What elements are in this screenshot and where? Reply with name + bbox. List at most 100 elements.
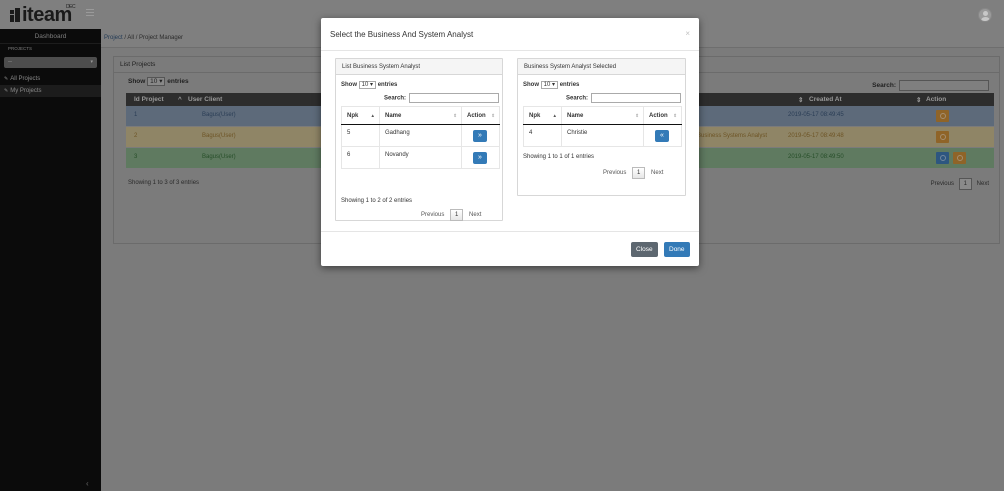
table-row: 6 Novandy »	[341, 146, 500, 169]
add-analyst-button[interactable]: »	[473, 152, 487, 164]
cell-name: Novandy	[379, 146, 462, 169]
entries-select[interactable]: 10 ▾	[358, 81, 377, 89]
col-action[interactable]: Action ⇕	[643, 106, 682, 125]
col-npk-label: Npk	[529, 112, 541, 119]
pencil-icon: ✎	[4, 88, 9, 94]
pagination-previous[interactable]: Previous	[603, 170, 626, 176]
breadcrumb-project-link[interactable]: Project	[104, 35, 123, 41]
sort-icon: ⇕	[453, 113, 457, 118]
sidebar-project-select[interactable]: -- ▾	[4, 57, 97, 68]
col-action[interactable]: Action ⇕	[461, 106, 500, 125]
logo-mark-icon	[10, 8, 20, 22]
menu-toggle-icon[interactable]	[86, 9, 94, 16]
pagination: Previous 1 Next	[931, 178, 989, 190]
cell-id: 2	[134, 133, 138, 139]
search-label: Search:	[384, 95, 407, 102]
col-name-label: Name	[567, 112, 584, 119]
pagination: Previous 1 Next	[603, 167, 663, 179]
cell-action: »	[461, 124, 500, 147]
col-name-label: Name	[385, 112, 402, 119]
pencil-icon: ✎	[4, 76, 9, 82]
cell-status: Business Systems Analyst	[697, 133, 768, 139]
user-avatar[interactable]	[978, 8, 992, 22]
sort-icon: ⇕	[635, 113, 639, 118]
sidebar-item-all-projects[interactable]: ✎ All Projects	[0, 73, 101, 85]
cell-npk: 4	[523, 124, 562, 147]
panel-title: List Business System Analyst	[336, 59, 502, 75]
selected-analysts-panel: Business System Analyst Selected Show 10…	[517, 58, 686, 196]
remove-analyst-button[interactable]: «	[655, 130, 669, 142]
cell-created: 2019-05-17 08:49:48	[788, 133, 844, 139]
entries-select-value: 10	[361, 82, 369, 88]
sidebar-item-my-projects[interactable]: ✎ My Projects	[0, 85, 101, 97]
sort-asc-icon: ▲	[552, 113, 557, 118]
modal-footer: Close Done	[321, 231, 699, 266]
pagination-page[interactable]: 1	[632, 167, 646, 179]
table-row: 5 Gadhang »	[341, 124, 500, 147]
app-logo[interactable]: iteam DEC	[10, 4, 76, 26]
cell-user: Bagus(User)	[202, 133, 236, 139]
view-button[interactable]	[936, 110, 949, 122]
add-analyst-button[interactable]: »	[473, 130, 487, 142]
col-npk[interactable]: Npk ▲	[341, 106, 380, 125]
pagination-next[interactable]: Next	[977, 181, 989, 187]
col-created-at[interactable]: Created At	[809, 96, 842, 103]
sort-icon: ⇕	[916, 97, 922, 104]
entries-select-value: 10	[543, 82, 551, 88]
panel-title: Business System Analyst Selected	[518, 59, 685, 75]
search-input[interactable]	[409, 93, 500, 103]
pagination-next[interactable]: Next	[651, 170, 663, 176]
col-npk-label: Npk	[347, 112, 359, 119]
entries-label: entries	[377, 82, 398, 88]
close-button[interactable]: Close	[631, 242, 658, 257]
col-action-label: Action	[467, 112, 486, 119]
modal-header: Select the Business And System Analyst ×	[321, 18, 699, 51]
edit-button[interactable]	[953, 152, 966, 164]
cell-id: 3	[134, 154, 138, 160]
select-analyst-modal: Select the Business And System Analyst ×…	[321, 18, 699, 266]
search-input[interactable]	[899, 80, 989, 91]
col-npk[interactable]: Npk ▲	[523, 106, 562, 125]
table-row: 4 Christie «	[523, 124, 682, 147]
entries-select[interactable]: 10 ▾	[540, 81, 559, 89]
entries-length-control: Show 10 ▾ entries	[523, 81, 579, 89]
cell-npk: 5	[341, 124, 380, 147]
col-user-client[interactable]: User Client	[188, 96, 222, 103]
col-action: Action	[926, 96, 947, 103]
col-action-label: Action	[649, 112, 668, 119]
search-input[interactable]	[591, 93, 682, 103]
entries-label: entries	[167, 78, 189, 85]
table-info: Showing 1 to 3 of 3 entries	[128, 180, 200, 186]
col-name[interactable]: Name ⇕	[379, 106, 462, 125]
entries-select[interactable]: 10 ▾	[147, 77, 166, 86]
table-info: Showing 1 to 2 of 2 entries	[341, 198, 413, 204]
logo-superscript: DEC	[66, 4, 76, 10]
sidebar-item-label: My Projects	[10, 88, 42, 94]
search-label: Search:	[566, 95, 589, 102]
pagination-previous[interactable]: Previous	[421, 212, 444, 218]
done-button[interactable]: Done	[664, 242, 690, 257]
pagination-previous[interactable]: Previous	[931, 181, 954, 187]
sidebar-item-label: All Projects	[10, 76, 41, 82]
sidebar-collapse-icon[interactable]: ‹	[86, 479, 89, 488]
cell-npk: 6	[341, 146, 380, 169]
search-control: Search:	[566, 93, 682, 103]
pagination-page[interactable]: 1	[450, 209, 464, 221]
pagination: Previous 1 Next	[421, 209, 481, 221]
close-icon[interactable]: ×	[685, 29, 690, 38]
col-name[interactable]: Name ⇕	[561, 106, 644, 125]
approve-button[interactable]	[936, 152, 949, 164]
view-button[interactable]	[936, 131, 949, 143]
show-label: Show	[523, 82, 539, 88]
sidebar-item-dashboard[interactable]: Dashboard	[0, 29, 101, 44]
pagination-next[interactable]: Next	[469, 212, 481, 218]
cell-name: Christie	[561, 124, 644, 147]
entries-select-value: 10	[150, 78, 158, 85]
pagination-page[interactable]: 1	[958, 178, 972, 190]
entries-label: entries	[559, 82, 580, 88]
chevron-down-icon: ▾	[90, 59, 93, 65]
col-id-project[interactable]: Id Project	[134, 96, 164, 103]
entries-length-control: Show 10 ▾ entries	[341, 81, 397, 89]
sidebar-select-value: --	[8, 59, 12, 65]
entries-length-control: Show 10 ▾ entries	[128, 77, 189, 86]
